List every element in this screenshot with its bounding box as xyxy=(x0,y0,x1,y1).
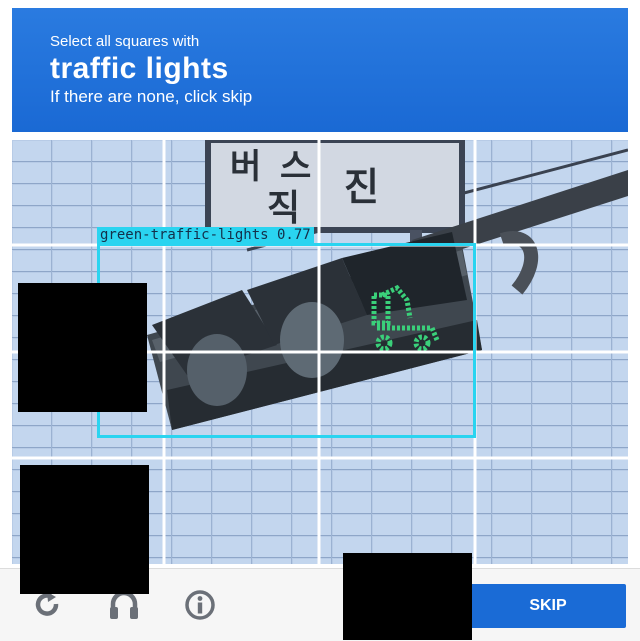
instruction-text: Select all squares with xyxy=(50,33,200,50)
challenge-header: Select all squares with traffic lights I… xyxy=(12,8,628,132)
target-object-text: traffic lights xyxy=(50,52,229,85)
captcha-frame: Select all squares with traffic lights I… xyxy=(0,0,640,641)
redaction-block xyxy=(20,465,149,594)
info-icon[interactable] xyxy=(183,588,217,622)
skip-button[interactable]: SKIP xyxy=(470,584,626,628)
redaction-block xyxy=(343,553,472,640)
redaction-block xyxy=(18,283,147,412)
hint-text: If there are none, click skip xyxy=(50,87,253,106)
detection-label: green-traffic-lights 0.77 xyxy=(97,227,314,243)
detection-bounding-box xyxy=(97,243,476,438)
